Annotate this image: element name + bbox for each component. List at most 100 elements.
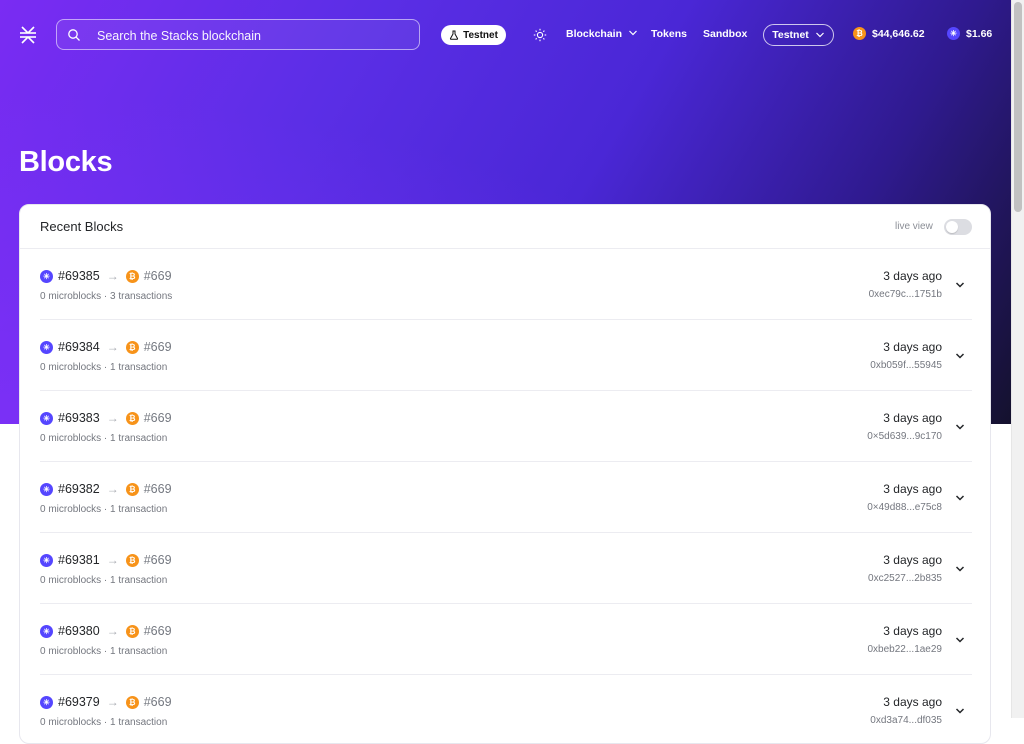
bitcoin-block-height[interactable]: #669 — [144, 482, 172, 496]
bitcoin-block-height[interactable]: #669 — [144, 624, 172, 638]
scrollbar-thumb[interactable] — [1014, 2, 1022, 212]
live-view-toggle[interactable] — [944, 219, 972, 235]
stacks-block-height[interactable]: #69381 — [58, 553, 100, 567]
block-row[interactable]: ✳ #69380 → ₿ #669 0 microblocks · 1 transacti… — [40, 604, 972, 675]
block-row[interactable]: ✳ #69385 → ₿ #669 0 microblocks · 3 transacti… — [40, 249, 972, 320]
bitcoin-icon: ₿ — [853, 27, 866, 40]
block-hash[interactable]: 0×49d88...e75c8 — [867, 502, 942, 513]
card-header: Recent Blocks live view — [20, 205, 990, 249]
chevron-down-icon[interactable] — [954, 562, 966, 574]
bitcoin-block-height[interactable]: #669 — [144, 411, 172, 425]
bitcoin-icon: ₿ — [125, 624, 139, 638]
block-row[interactable]: ✳ #69382 → ₿ #669 0 microblocks · 1 transacti… — [40, 462, 972, 533]
arrow-right-icon: → — [106, 482, 119, 496]
block-heights: ✳ #69382 → ₿ #669 — [40, 482, 172, 496]
stacks-block-height[interactable]: #69379 — [58, 695, 100, 709]
search-input[interactable] — [95, 20, 409, 51]
block-hash[interactable]: 0xc2527...2b835 — [868, 573, 942, 584]
block-time: 3 days ago — [883, 340, 942, 354]
top-navigation: Testnet Blockchain Tokens Sandbox Testne… — [0, 0, 1012, 70]
block-summary: 0 microblocks · 1 transaction — [40, 504, 168, 515]
block-summary: 0 microblocks · 1 transaction — [40, 362, 168, 373]
chevron-down-icon[interactable] — [954, 704, 966, 716]
card-title: Recent Blocks — [40, 219, 124, 234]
chevron-down-icon[interactable] — [954, 491, 966, 503]
block-time: 3 days ago — [883, 624, 942, 638]
flask-icon — [449, 30, 459, 40]
block-hash[interactable]: 0xbeb22...1ae29 — [867, 644, 942, 655]
live-view-label: live view — [895, 221, 933, 232]
arrow-right-icon: → — [106, 695, 119, 709]
bitcoin-block-height[interactable]: #669 — [144, 269, 172, 283]
stacks-block-height[interactable]: #69385 — [58, 269, 100, 283]
stx-price: ✳ $1.66 — [947, 27, 992, 40]
stacks-icon: ✳ — [40, 340, 53, 354]
block-heights: ✳ #69379 → ₿ #669 — [40, 695, 172, 709]
network-selector[interactable]: Testnet — [763, 24, 834, 46]
block-row[interactable]: ✳ #69384 → ₿ #669 0 microblocks · 1 transacti… — [40, 320, 972, 391]
block-summary: 0 microblocks · 3 transactions — [40, 291, 173, 302]
nav-blockchain-label: Blockchain — [566, 28, 623, 40]
block-summary: 0 microblocks · 1 transaction — [40, 433, 168, 444]
stacks-block-height[interactable]: #69380 — [58, 624, 100, 638]
stacks-icon: ✳ — [947, 27, 960, 40]
chevron-down-icon[interactable] — [954, 278, 966, 290]
chevron-down-icon[interactable] — [954, 349, 966, 361]
page-title: Blocks — [19, 146, 113, 178]
block-hash[interactable]: 0×5d639...9c170 — [867, 431, 942, 442]
bitcoin-block-height[interactable]: #669 — [144, 695, 172, 709]
block-heights: ✳ #69381 → ₿ #669 — [40, 553, 172, 567]
block-time: 3 days ago — [883, 553, 942, 567]
btc-price-value: $44,646.62 — [872, 27, 925, 40]
arrow-right-icon: → — [106, 411, 119, 425]
block-hash[interactable]: 0xb059f...55945 — [870, 360, 942, 371]
stacks-block-height[interactable]: #69384 — [58, 340, 100, 354]
block-heights: ✳ #69385 → ₿ #669 — [40, 269, 172, 283]
bitcoin-icon: ₿ — [125, 553, 139, 567]
network-selector-label: Testnet — [772, 29, 809, 41]
block-row[interactable]: ✳ #69381 → ₿ #669 0 microblocks · 1 transacti… — [40, 533, 972, 604]
block-time: 3 days ago — [883, 269, 942, 283]
nav-sandbox[interactable]: Sandbox — [703, 28, 747, 40]
block-heights: ✳ #69383 → ₿ #669 — [40, 411, 172, 425]
page-scrollbar[interactable] — [1011, 0, 1024, 718]
block-time: 3 days ago — [883, 411, 942, 425]
block-hash[interactable]: 0xd3a74...df035 — [870, 715, 942, 726]
stacks-block-height[interactable]: #69382 — [58, 482, 100, 496]
stacks-icon: ✳ — [40, 482, 53, 496]
stacks-block-height[interactable]: #69383 — [58, 411, 100, 425]
chevron-down-icon — [629, 30, 637, 36]
sun-icon[interactable] — [533, 28, 547, 42]
bitcoin-block-height[interactable]: #669 — [144, 340, 172, 354]
stacks-icon: ✳ — [40, 269, 53, 283]
search-icon — [67, 28, 81, 42]
stacks-logo-icon[interactable] — [18, 25, 38, 45]
stx-price-value: $1.66 — [966, 27, 993, 40]
block-time: 3 days ago — [883, 695, 942, 709]
arrow-right-icon: → — [106, 340, 119, 354]
bitcoin-block-height[interactable]: #669 — [144, 553, 172, 567]
bitcoin-icon: ₿ — [125, 411, 139, 425]
block-row[interactable]: ✳ #69383 → ₿ #669 0 microblocks · 1 transacti… — [40, 391, 972, 462]
block-hash[interactable]: 0xec79c...1751b — [869, 289, 942, 300]
block-row[interactable]: ✳ #69379 → ₿ #669 0 microblocks · 1 transacti… — [40, 675, 972, 743]
block-summary: 0 microblocks · 1 transaction — [40, 575, 168, 586]
chevron-down-icon[interactable] — [954, 420, 966, 432]
search-box[interactable] — [56, 19, 420, 51]
block-summary: 0 microblocks · 1 transaction — [40, 646, 168, 657]
arrow-right-icon: → — [106, 269, 119, 283]
block-heights: ✳ #69384 → ₿ #669 — [40, 340, 172, 354]
nav-tokens[interactable]: Tokens — [651, 28, 687, 40]
bitcoin-icon: ₿ — [125, 340, 139, 354]
bitcoin-icon: ₿ — [125, 482, 139, 496]
chevron-down-icon[interactable] — [954, 633, 966, 645]
stacks-icon: ✳ — [40, 553, 53, 567]
nav-blockchain[interactable]: Blockchain — [566, 28, 638, 40]
stacks-icon: ✳ — [40, 695, 53, 709]
btc-price: ₿ $44,646.62 — [853, 27, 925, 40]
bitcoin-icon: ₿ — [125, 269, 139, 283]
arrow-right-icon: → — [106, 624, 119, 638]
stacks-icon: ✳ — [40, 624, 53, 638]
network-badge-label: Testnet — [463, 29, 498, 41]
block-heights: ✳ #69380 → ₿ #669 — [40, 624, 172, 638]
